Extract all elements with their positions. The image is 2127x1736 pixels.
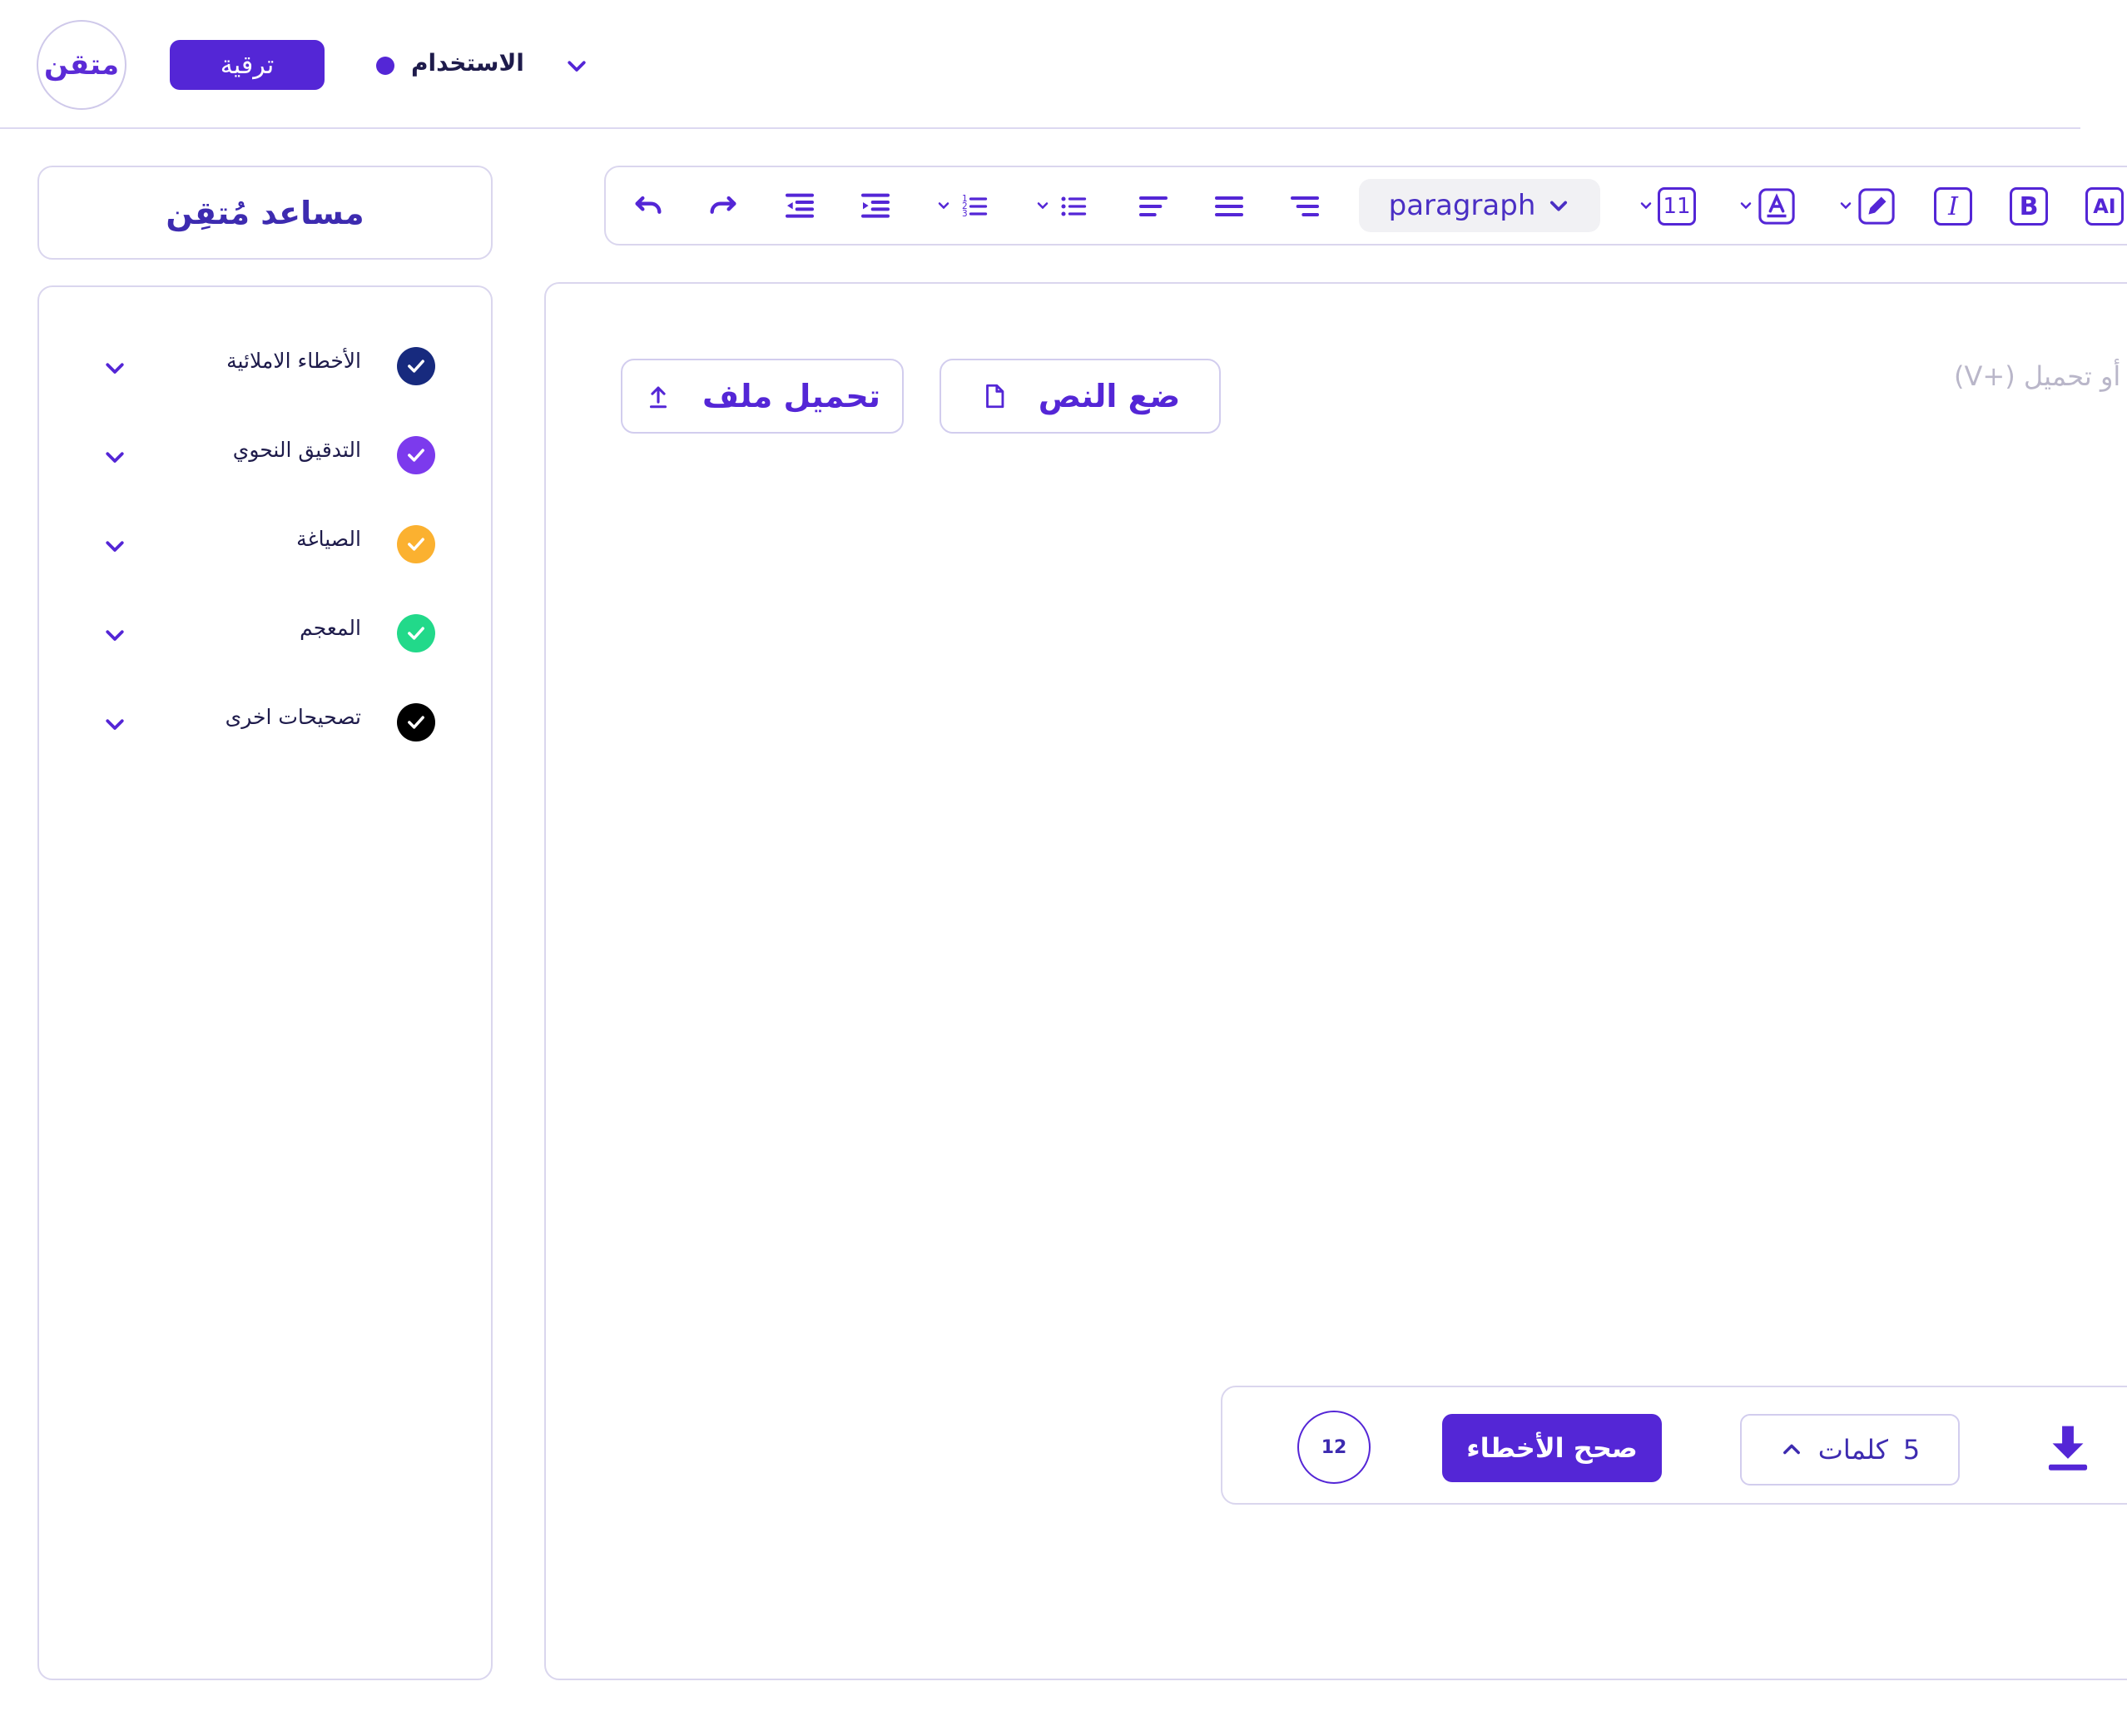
chevron-down-icon[interactable] xyxy=(102,533,127,558)
ai-icon[interactable]: AI xyxy=(2084,186,2125,227)
assistant-sidebar: الأخطاء الاملائية التدقيق النحوي الصياغة… xyxy=(37,285,493,1680)
word-count-toggle[interactable]: كلمات 5 xyxy=(1740,1414,1960,1486)
check-icon xyxy=(397,525,435,563)
assistant-title: مساعد مُتقِن xyxy=(166,194,364,231)
category-lexicon[interactable]: المعجم xyxy=(39,604,494,662)
check-icon xyxy=(397,614,435,652)
paste-text-label: ضع النص xyxy=(1038,378,1181,414)
chevron-down-icon[interactable] xyxy=(935,197,952,214)
category-label: المعجم xyxy=(300,616,361,640)
font-size-value: 11 xyxy=(1658,187,1696,226)
align-left-icon[interactable] xyxy=(1133,186,1174,227)
upgrade-button[interactable]: ترقية xyxy=(170,40,325,90)
redo-icon[interactable] xyxy=(702,186,744,227)
formatting-toolbar: 123 paragraph 11 I B AI xyxy=(604,166,2127,246)
error-count-badge[interactable]: 12 xyxy=(1297,1411,1371,1484)
chevron-down-icon[interactable] xyxy=(102,622,127,647)
outdent-icon[interactable] xyxy=(779,186,821,227)
undo-icon[interactable] xyxy=(627,186,669,227)
paste-text-button[interactable]: ضع النص xyxy=(940,359,1221,434)
category-label: تصحيحات اخرى xyxy=(225,705,361,729)
upload-file-label: تحميل ملف xyxy=(702,378,881,414)
word-count: 5 xyxy=(1902,1434,1921,1466)
svg-text:3: 3 xyxy=(962,209,968,219)
highlight-pen-icon[interactable] xyxy=(1856,186,1897,227)
category-wording[interactable]: الصياغة xyxy=(39,515,494,573)
paragraph-style-label: paragraph xyxy=(1388,189,1536,222)
chevron-down-icon[interactable] xyxy=(102,444,127,469)
chevron-down-icon[interactable] xyxy=(1034,197,1051,214)
words-label: كلمات xyxy=(1817,1434,1888,1466)
align-justify-icon[interactable] xyxy=(1208,186,1250,227)
assistant-header: مساعد مُتقِن xyxy=(37,166,493,260)
editor-status-bar: 12 صحح الأخطاء كلمات 5 xyxy=(1221,1386,2127,1505)
bullet-list-icon[interactable] xyxy=(1053,186,1094,227)
ai-label: AI xyxy=(2085,187,2124,226)
bold-label: B xyxy=(2010,187,2048,226)
indent-icon[interactable] xyxy=(855,186,896,227)
download-icon[interactable] xyxy=(2045,1422,2091,1472)
category-label: الأخطاء الاملائية xyxy=(226,349,361,373)
category-label: الصياغة xyxy=(296,527,361,551)
italic-icon[interactable]: I xyxy=(1932,186,1974,227)
chevron-up-icon xyxy=(1782,1444,1800,1455)
category-grammar[interactable]: التدقيق النحوي xyxy=(39,426,494,484)
chevron-down-icon xyxy=(1550,201,1568,211)
app-logo[interactable]: متقن xyxy=(37,20,126,110)
check-icon xyxy=(397,347,435,385)
chevron-down-icon[interactable] xyxy=(1638,197,1654,214)
chevron-down-icon[interactable] xyxy=(564,53,589,78)
upload-file-button[interactable]: تحميل ملف xyxy=(621,359,904,434)
ordered-list-icon[interactable]: 123 xyxy=(954,186,995,227)
bold-icon[interactable]: B xyxy=(2008,186,2050,227)
chevron-down-icon[interactable] xyxy=(1837,197,1854,214)
paragraph-style-select[interactable]: paragraph xyxy=(1359,179,1600,232)
editor-placeholder: (V+) أو تحميل xyxy=(1954,360,2121,392)
check-icon xyxy=(397,703,435,742)
align-right-icon[interactable] xyxy=(1284,186,1326,227)
usage-indicator xyxy=(376,57,394,75)
italic-label: I xyxy=(1934,187,1972,226)
category-other[interactable]: تصحيحات اخرى xyxy=(39,693,494,751)
fix-errors-button[interactable]: صحح الأخطاء xyxy=(1442,1414,1662,1482)
chevron-down-icon[interactable] xyxy=(1738,197,1754,214)
chevron-down-icon[interactable] xyxy=(102,355,127,380)
font-size-select[interactable]: 11 xyxy=(1656,186,1698,227)
category-label: التدقيق النحوي xyxy=(232,438,361,462)
usage-label[interactable]: الاستخدام xyxy=(411,47,524,80)
category-spelling[interactable]: الأخطاء الاملائية xyxy=(39,337,494,395)
upload-icon xyxy=(649,386,667,409)
text-color-icon[interactable] xyxy=(1756,186,1797,227)
chevron-down-icon[interactable] xyxy=(102,712,127,737)
check-icon xyxy=(397,436,435,474)
document-icon xyxy=(985,384,1004,409)
header-divider xyxy=(0,127,2080,129)
